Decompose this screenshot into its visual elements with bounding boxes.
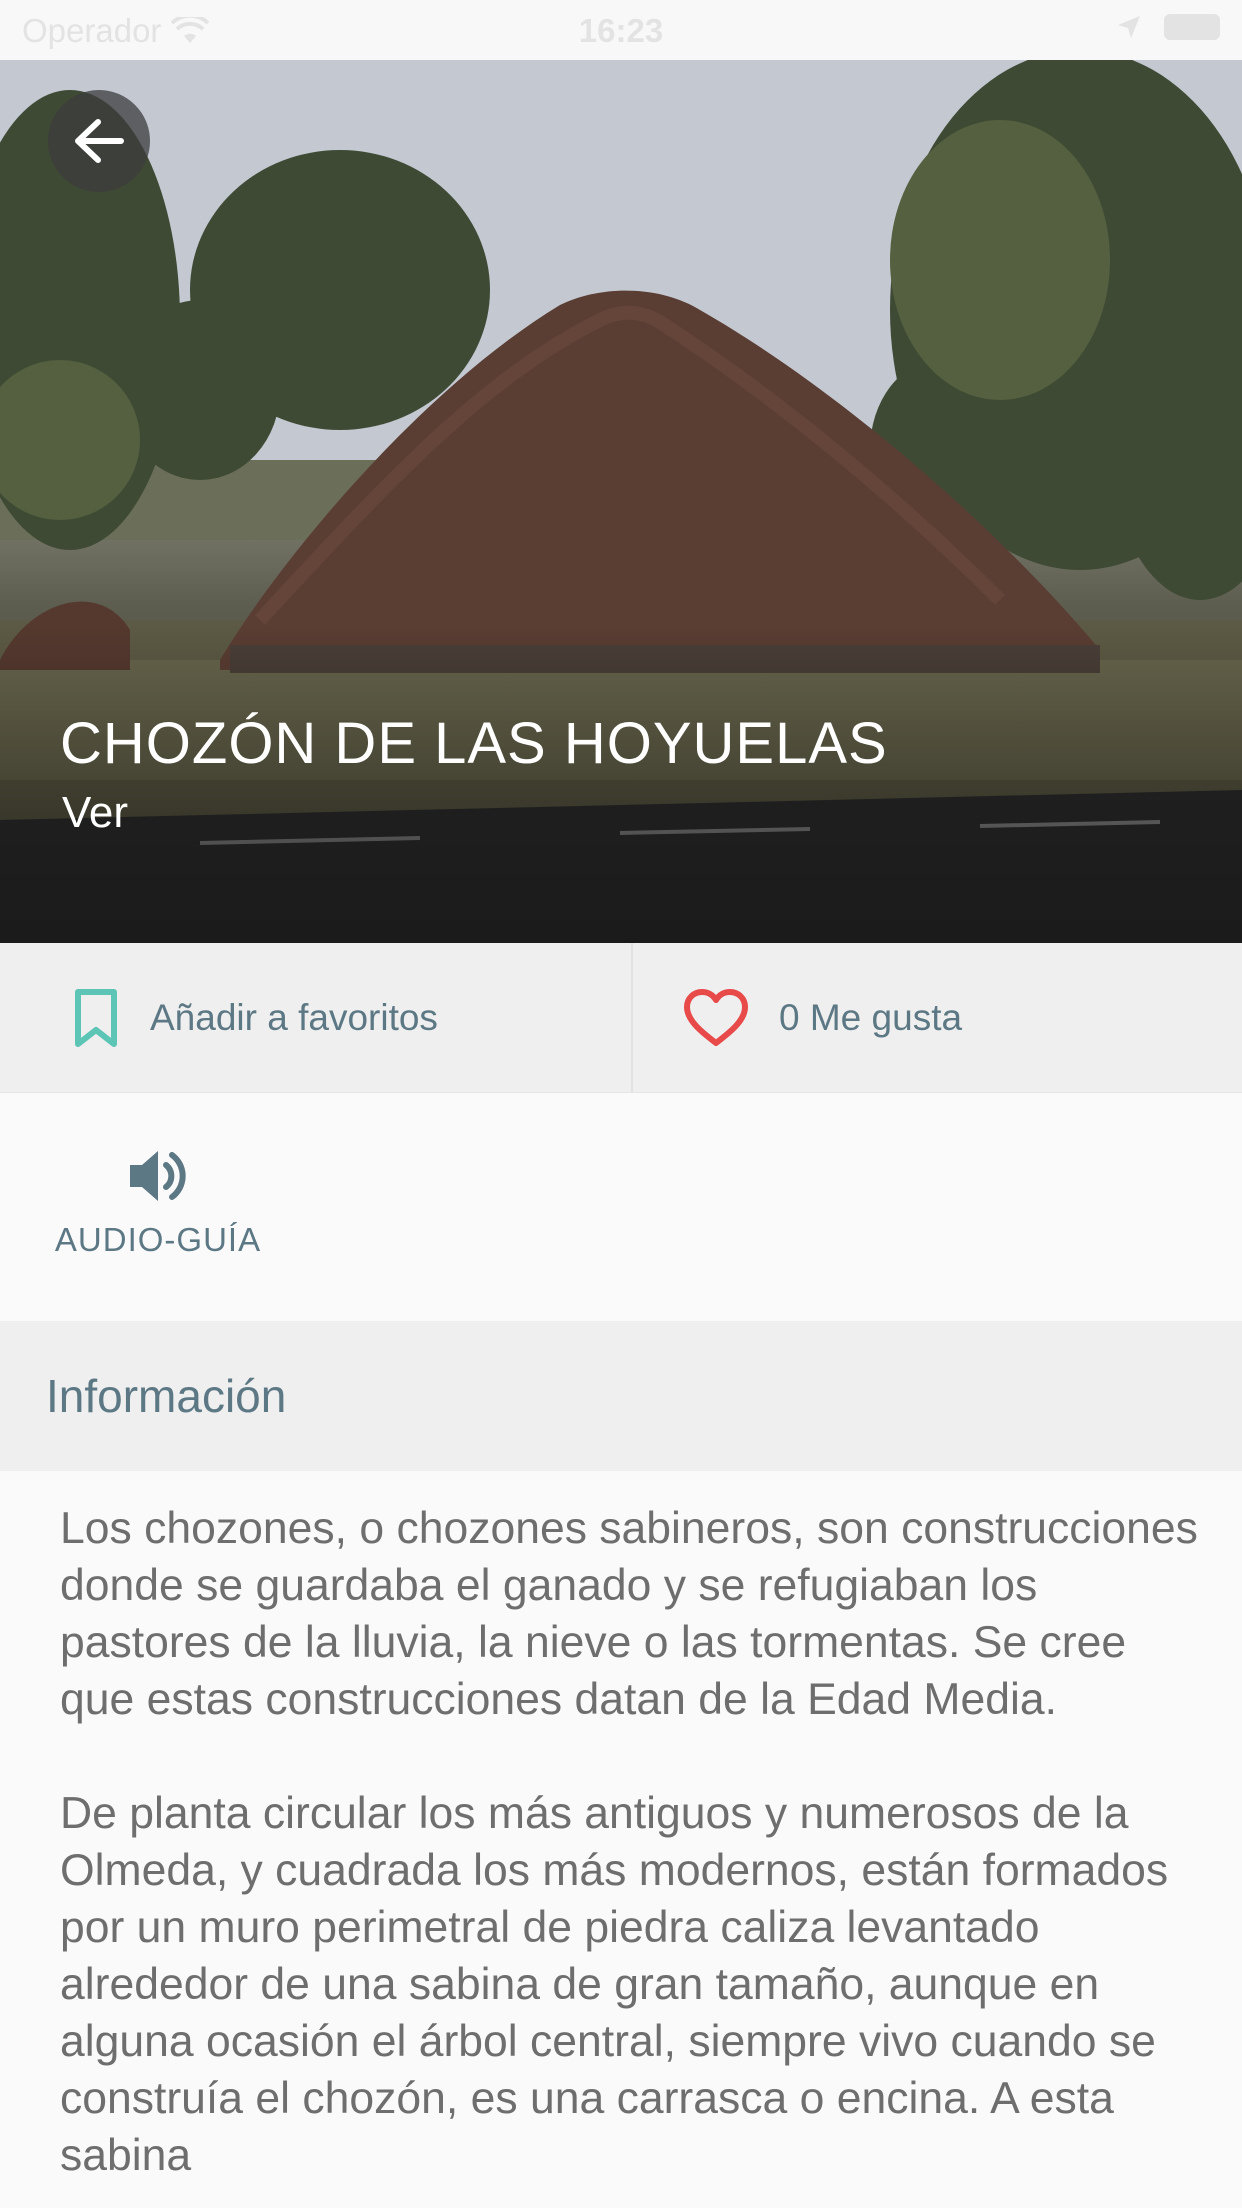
description-paragraph-2: De planta circular los más antiguos y nu…	[60, 1789, 1169, 2180]
description-paragraph-1: Los chozones, o chozones sabineros, son …	[60, 1504, 1198, 1724]
back-arrow-icon	[75, 119, 124, 163]
status-bar: Operador 16:23	[0, 0, 1242, 60]
info-section-title: Información	[46, 1370, 287, 1422]
status-right-group	[1116, 14, 1220, 40]
hero-image: CHOZÓN DE LAS HOYUELAS Ver	[0, 60, 1242, 943]
page-title: CHOZÓN DE LAS HOYUELAS	[60, 711, 888, 776]
audio-guide-button[interactable]: AUDIO-GUÍA	[48, 1145, 268, 1259]
media-section: AUDIO-GUÍA	[0, 1093, 1242, 1321]
battery-icon	[1164, 14, 1220, 40]
actions-bar: Añadir a favoritos 0 Me gusta	[0, 943, 1242, 1093]
bookmark-icon	[75, 988, 117, 1047]
like-count-label: 0 Me gusta	[779, 996, 963, 1038]
speaker-icon	[130, 1151, 186, 1201]
audio-guide-label: AUDIO-GUÍA	[54, 1221, 262, 1258]
heart-icon	[684, 988, 748, 1046]
back-button[interactable]	[48, 90, 150, 192]
add-favorite-button[interactable]: Añadir a favoritos	[0, 943, 631, 1092]
description-text: Los chozones, o chozones sabineros, son …	[60, 1500, 1200, 2208]
location-icon	[1118, 16, 1140, 38]
add-favorite-label: Añadir a favoritos	[150, 996, 438, 1038]
hero-shade	[0, 623, 1242, 943]
info-section-header: Información	[0, 1321, 1242, 1471]
view-link[interactable]: Ver	[62, 788, 128, 838]
like-button[interactable]: 0 Me gusta	[631, 943, 1242, 1092]
status-time: 16:23	[578, 12, 664, 49]
